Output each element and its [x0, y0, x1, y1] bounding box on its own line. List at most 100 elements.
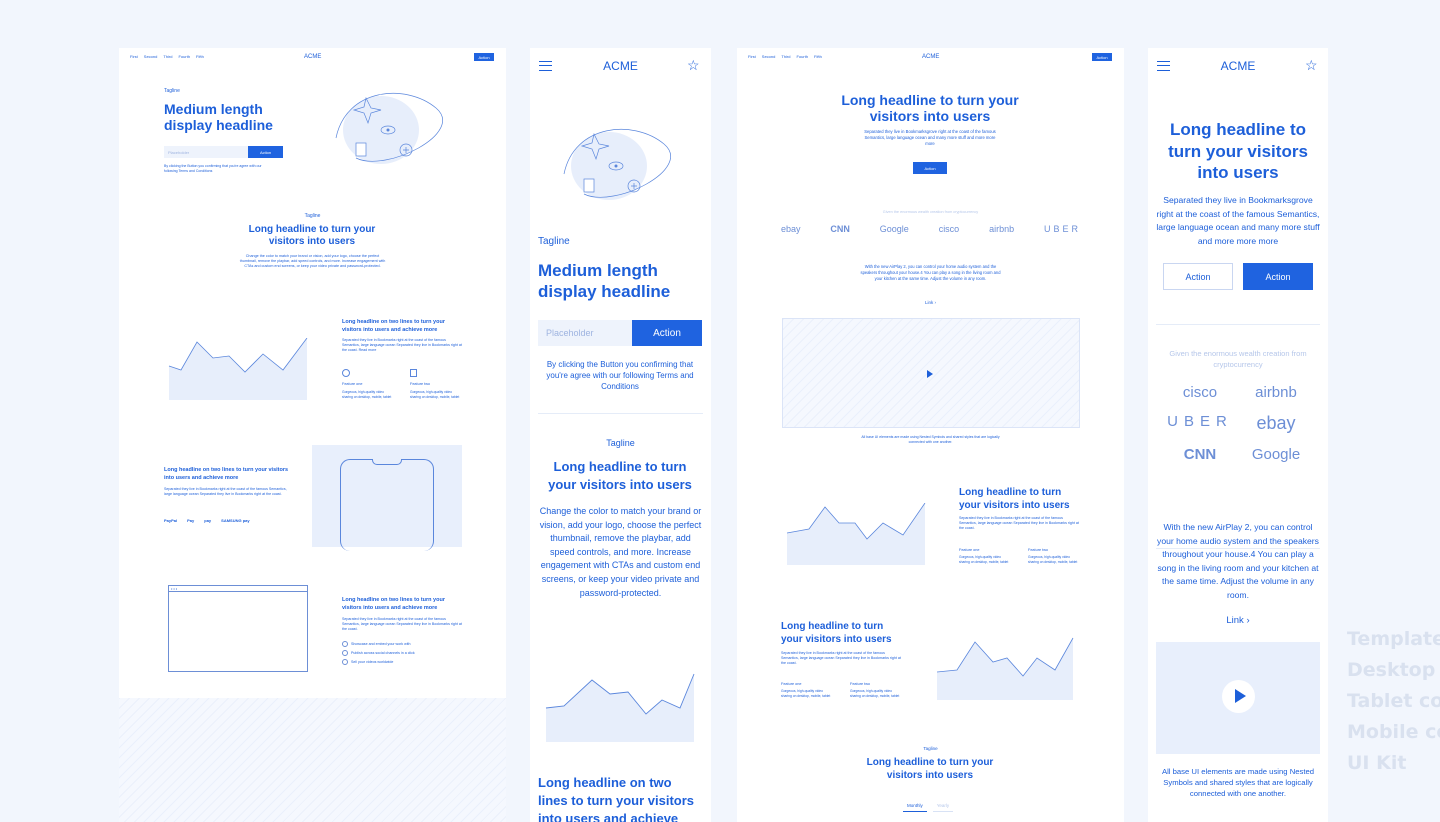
- hero-action-button[interactable]: Action: [632, 320, 702, 346]
- tab-monthly[interactable]: Monthly: [903, 803, 927, 812]
- hero-action-button[interactable]: Action: [248, 146, 283, 158]
- line-chart: [544, 668, 696, 742]
- category-tablet[interactable]: Tablet cor: [1347, 690, 1440, 712]
- logos-caption: Given the enormous wealth creation from …: [882, 210, 979, 214]
- logo[interactable]: ACME: [922, 54, 939, 60]
- email-input[interactable]: Placeholder: [538, 320, 632, 346]
- feature2-two-text: Gorgeous, high-quality video sharing on …: [850, 689, 900, 698]
- cnn-logo: CNN: [830, 224, 850, 234]
- ebay-logo: ebay: [1256, 413, 1296, 433]
- pricing-tabs: Monthly Yearly: [903, 803, 954, 812]
- line-chart: [785, 503, 927, 565]
- category-mobile[interactable]: Mobile cor: [1347, 721, 1440, 743]
- nav-item[interactable]: Fourth: [796, 54, 808, 59]
- link[interactable]: Link ›: [737, 300, 1124, 305]
- nav-item[interactable]: Fifth: [196, 54, 204, 59]
- feature-one-title: Feature one: [959, 548, 980, 552]
- paypal-logo: PayPal: [164, 518, 178, 523]
- feature-two-title: Feature two: [410, 382, 431, 386]
- nav-item[interactable]: Fourth: [178, 54, 190, 59]
- play-icon[interactable]: [927, 370, 933, 378]
- nav-item[interactable]: Third: [781, 54, 790, 59]
- link[interactable]: Link ›: [1148, 615, 1328, 626]
- feature-two-title: Feature two: [1028, 548, 1049, 552]
- phone-outline: [340, 459, 434, 551]
- phone-notch: [372, 459, 402, 465]
- bottom-headline: Long headline on two lines to turn your …: [538, 775, 695, 822]
- nav-item[interactable]: First: [130, 54, 138, 59]
- feature-one-text: Gorgeous, high-quality video sharing on …: [959, 555, 1009, 564]
- logo[interactable]: ACME: [304, 54, 321, 60]
- category-list: Templates Desktop c Tablet cor Mobile co…: [1347, 628, 1440, 788]
- section-headline: Long headline to turn your visitors into…: [548, 459, 692, 492]
- secondary-action-button[interactable]: Action: [1163, 263, 1233, 290]
- category-desktop[interactable]: Desktop c: [1347, 659, 1440, 681]
- nav-action-button[interactable]: Action: [1092, 53, 1112, 61]
- section-tagline: Tagline: [606, 438, 635, 448]
- browser-mockup: •••: [168, 585, 308, 672]
- section-tagline: Tagline: [304, 213, 321, 219]
- samsungpay-logo: SAMSUNG pay: [221, 518, 250, 523]
- play-button[interactable]: [1222, 680, 1255, 713]
- feature-two-text: Gorgeous, high-quality video sharing on …: [1028, 555, 1078, 564]
- feature-body: Separated they live in Bookmarks right a…: [959, 516, 1079, 530]
- nav-item[interactable]: First: [748, 54, 756, 59]
- logo[interactable]: ACME: [530, 59, 711, 73]
- desktop-footer-placeholder: [119, 698, 506, 822]
- tab-yearly[interactable]: Yearly: [932, 803, 954, 812]
- applepay-logo: Pay: [187, 518, 195, 523]
- hero-action-button[interactable]: Action: [913, 162, 947, 174]
- hero-illustration: [554, 114, 674, 214]
- primary-action-button[interactable]: Action: [1243, 263, 1313, 290]
- bottom-tagline: Tagline: [923, 746, 938, 751]
- mobile-frame: ACME ☆ Tagline Medium length display hea…: [530, 48, 711, 822]
- logos-caption: Given the enormous wealth creation from …: [1169, 349, 1307, 369]
- desktop-frame: First Second Third Fourth Fifth ACME Act…: [119, 48, 506, 698]
- hero-headline: Long headline to turn your visitors into…: [841, 92, 1019, 124]
- feature2-headline: Long headline to turn your visitors into…: [781, 621, 892, 645]
- feature-two-text: Gorgeous, high-quality video sharing on …: [410, 390, 460, 399]
- logo[interactable]: ACME: [1148, 59, 1328, 73]
- nav-bar: First Second Third Fourth Fifth: [130, 54, 204, 59]
- cisco-logo: cisco: [1182, 384, 1218, 401]
- feature-one-title: Feature one: [342, 382, 363, 386]
- airbnb-logo: airbnb: [989, 224, 1015, 234]
- feature-headline: Long headline on two lines to turn your …: [342, 319, 445, 333]
- check-icon: [342, 659, 348, 666]
- hero-illustration: [326, 78, 446, 178]
- star-icon[interactable]: ☆: [687, 57, 700, 74]
- email-input[interactable]: Placeholder: [164, 146, 248, 158]
- googlepay-logo: pay: [204, 518, 212, 523]
- section-body: Change the color to match your brand or …: [239, 254, 386, 269]
- nav-bar: First Second Third Fourth Fifth: [748, 54, 822, 59]
- nav-item[interactable]: Third: [163, 54, 172, 59]
- logo-grid: cisco airbnb UBER ebay CNN Google: [1162, 384, 1314, 463]
- check-item: Showcase and embed your work with: [342, 640, 415, 649]
- divider: [1156, 324, 1320, 325]
- video-player[interactable]: [1156, 642, 1320, 754]
- category-templates[interactable]: Templates: [1347, 628, 1440, 650]
- hero-legal: By clicking the Button you confirming th…: [164, 164, 262, 173]
- check-icon: [342, 650, 348, 657]
- line-chart: [167, 338, 309, 400]
- hero-headline: Medium length display headline: [164, 101, 273, 133]
- nav-action-button[interactable]: Action: [474, 53, 494, 61]
- feature2-one-text: Gorgeous, high-quality video sharing on …: [781, 689, 831, 698]
- category-ui-kit[interactable]: UI Kit: [1347, 752, 1406, 774]
- nav-item[interactable]: Second: [144, 54, 158, 59]
- phone-headline: Long headline on two lines to turn your …: [164, 467, 289, 481]
- hero-headline: Medium length display headline: [538, 261, 671, 301]
- email-placeholder: Placeholder: [546, 328, 594, 338]
- nav-item[interactable]: Second: [762, 54, 776, 59]
- feature-headline: Long headline to turn your visitors into…: [959, 487, 1070, 511]
- cisco-logo: cisco: [938, 224, 960, 234]
- feature2-two-title: Feature two: [850, 682, 871, 686]
- airbnb-logo: airbnb: [1255, 384, 1297, 401]
- video-player[interactable]: [782, 318, 1080, 428]
- email-placeholder: Placeholder: [168, 150, 190, 155]
- browser-headline: Long headline on two lines to turn your …: [342, 597, 445, 611]
- nav-item[interactable]: Fifth: [814, 54, 822, 59]
- divider: [538, 413, 703, 414]
- line-chart: [935, 636, 1075, 700]
- star-icon[interactable]: ☆: [1305, 57, 1318, 74]
